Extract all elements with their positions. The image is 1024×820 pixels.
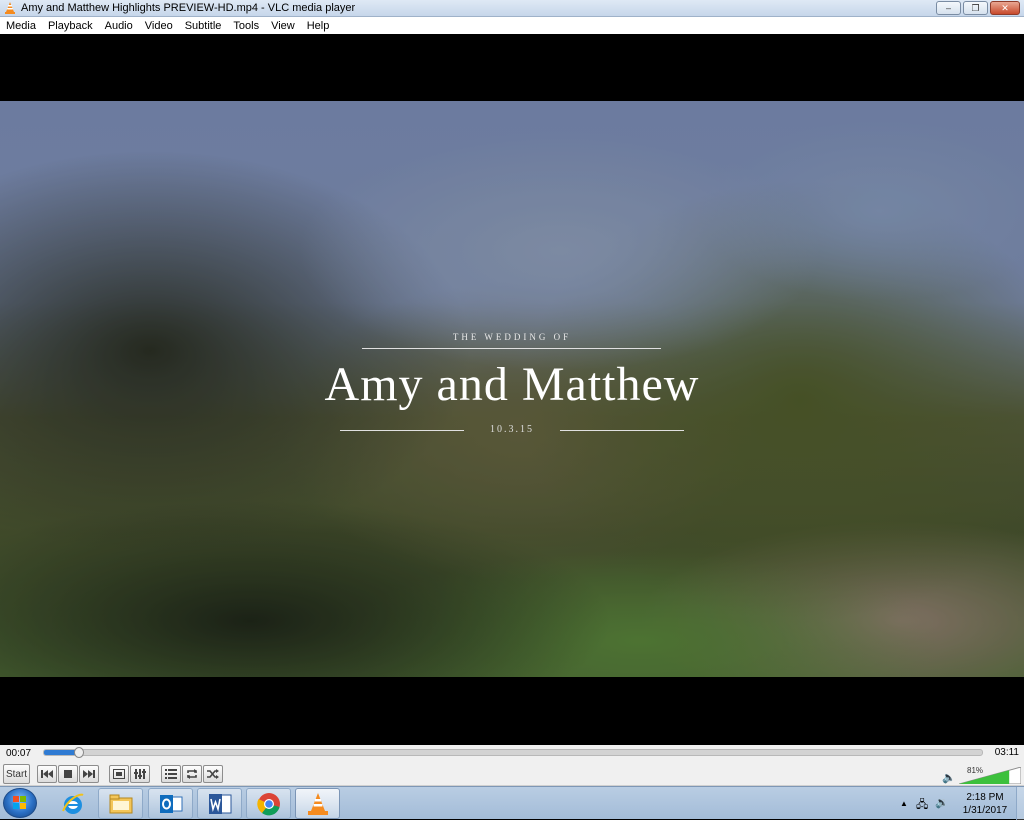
start-button[interactable]: Start (3, 764, 30, 784)
stop-button[interactable] (58, 765, 78, 783)
seek-slider[interactable] (43, 747, 983, 758)
taskbar-file-explorer[interactable] (98, 788, 143, 819)
speaker-icon[interactable]: 🔈 (942, 771, 956, 784)
menu-media[interactable]: Media (0, 20, 42, 32)
video-frame[interactable]: THE WEDDING OF Amy and Matthew 10.3.15 (0, 101, 1024, 677)
previous-icon (41, 770, 53, 778)
total-time: 03:11 (994, 747, 1019, 758)
loop-icon (187, 769, 197, 779)
next-button[interactable] (79, 765, 99, 783)
taskbar-clock[interactable]: 2:18 PM 1/31/2017 (954, 791, 1016, 817)
chrome-icon (256, 792, 280, 815)
minimize-button[interactable]: – (936, 1, 961, 15)
clock-date: 1/31/2017 (962, 805, 1008, 816)
minimize-icon: – (945, 3, 951, 13)
taskbar-outlook[interactable] (148, 788, 193, 819)
next-icon (83, 770, 95, 778)
windows-start-orb[interactable] (3, 788, 37, 818)
seek-row: 00:07 03:11 (0, 745, 1024, 761)
menu-help[interactable]: Help (301, 20, 336, 32)
fullscreen-button[interactable] (109, 765, 129, 783)
file-explorer-icon (109, 794, 132, 813)
maximize-button[interactable]: ❐ (963, 1, 988, 15)
word-icon (208, 793, 231, 814)
vlc-cone-icon (5, 2, 15, 14)
title-divider-top (362, 348, 661, 349)
previous-button[interactable] (37, 765, 57, 783)
video-pre-title: THE WEDDING OF (452, 332, 572, 342)
show-desktop-button[interactable] (1016, 787, 1024, 820)
clock-time: 2:18 PM (966, 792, 1004, 803)
title-bar: Amy and Matthew Highlights PREVIEW-HD.mp… (0, 0, 1024, 17)
window-title: Amy and Matthew Highlights PREVIEW-HD.mp… (21, 2, 356, 14)
taskbar-word[interactable] (197, 788, 242, 819)
fullscreen-icon (113, 769, 125, 779)
menu-bar: Media Playback Audio Video Subtitle Tool… (0, 17, 1024, 34)
internet-explorer-icon (61, 793, 84, 814)
volume-slider[interactable] (959, 767, 1021, 784)
tray-volume-icon[interactable]: 🔉 (935, 796, 949, 809)
taskbar-chrome[interactable] (246, 788, 291, 819)
vlc-icon (307, 792, 328, 815)
stop-icon (64, 770, 72, 778)
title-divider-left (340, 430, 464, 431)
menu-playback[interactable]: Playback (42, 20, 99, 32)
seek-handle[interactable] (74, 747, 84, 758)
maximize-icon: ❐ (971, 2, 980, 13)
video-area[interactable]: THE WEDDING OF Amy and Matthew 10.3.15 (0, 34, 1024, 745)
network-icon[interactable]: 🖧 (916, 796, 928, 815)
shuffle-icon (207, 769, 219, 779)
taskbar-vlc[interactable] (295, 788, 340, 819)
tray-overflow-arrow-icon[interactable]: ▲ (900, 799, 908, 808)
loop-button[interactable] (182, 765, 202, 783)
taskbar-internet-explorer[interactable] (50, 788, 95, 819)
menu-subtitle[interactable]: Subtitle (179, 20, 228, 32)
menu-video[interactable]: Video (139, 20, 179, 32)
extended-settings-button[interactable] (130, 765, 150, 783)
close-icon: ✕ (1001, 2, 1009, 13)
shuffle-button[interactable] (203, 765, 223, 783)
outlook-icon (159, 794, 182, 813)
menu-tools[interactable]: Tools (227, 20, 265, 32)
video-title: Amy and Matthew (324, 358, 700, 411)
playlist-icon (165, 769, 177, 779)
extended-settings-icon (134, 769, 146, 779)
menu-view[interactable]: View (265, 20, 301, 32)
video-date: 10.3.15 (490, 424, 534, 435)
elapsed-time: 00:07 (6, 747, 32, 759)
title-divider-right (560, 430, 684, 431)
menu-audio[interactable]: Audio (99, 20, 139, 32)
windows-logo-icon (13, 796, 26, 809)
control-bar: Start 🔈 81% (0, 761, 1024, 786)
playlist-button[interactable] (161, 765, 181, 783)
close-button[interactable]: ✕ (990, 1, 1020, 15)
taskbar: ▲ 🖧 🔉 2:18 PM 1/31/2017 (0, 786, 1024, 820)
